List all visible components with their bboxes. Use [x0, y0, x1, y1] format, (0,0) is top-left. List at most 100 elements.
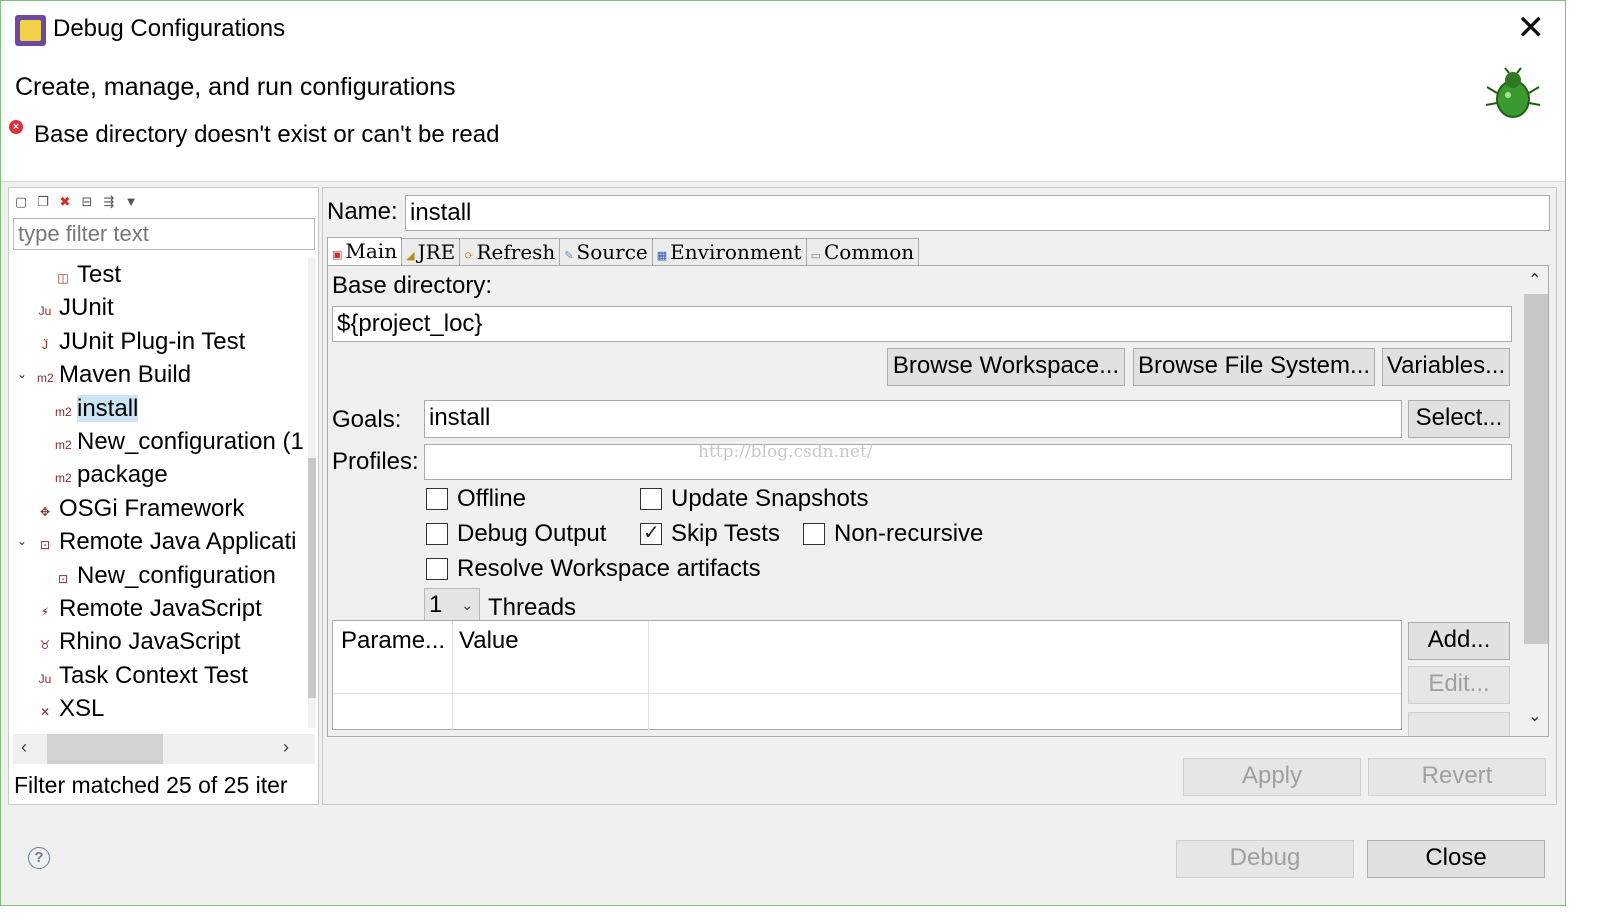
tree-item-label: New_configuration (1: [77, 428, 304, 455]
base-directory-label: Base directory:: [332, 272, 493, 299]
param-name-header[interactable]: Parame...: [341, 627, 445, 655]
bug-icon: [1485, 67, 1541, 118]
threads-select[interactable]: 1 ⌄: [424, 588, 480, 622]
resolve-workspace-label: Resolve Workspace artifacts: [457, 555, 761, 582]
profiles-input[interactable]: [424, 444, 1512, 480]
tree-item-label: install: [77, 394, 139, 422]
tree-item[interactable]: m2 package: [55, 458, 168, 490]
tree-item[interactable]: ⌄ m2 Maven Build: [17, 358, 192, 390]
collapse-all-icon[interactable]: ⊟: [79, 194, 95, 210]
tree-item[interactable]: ✥ OSGi Framework: [37, 492, 244, 524]
offline-label: Offline: [457, 485, 526, 512]
base-directory-input[interactable]: ${project_loc}: [332, 306, 1512, 342]
tree-item[interactable]: m2 install: [55, 392, 139, 424]
main-tab-scrollbar[interactable]: ⌃ ⌄: [1520, 266, 1548, 736]
tab-jre[interactable]: ◢ JRE: [401, 238, 461, 265]
tree-item[interactable]: ◫ Test: [55, 258, 121, 290]
eclipse-app-icon: [15, 15, 46, 46]
dialog-header: Create, manage, and run configurations ×…: [1, 59, 1565, 182]
duplicate-config-icon[interactable]: ❐: [35, 194, 51, 210]
scroll-down-icon[interactable]: ⌄: [1528, 706, 1541, 726]
scroll-up-icon[interactable]: ⌃: [1528, 270, 1541, 290]
remote-java-icon: ⊡: [57, 571, 69, 586]
tree-item[interactable]: Ju JUnit: [37, 291, 114, 323]
scroll-left-icon[interactable]: ‹: [21, 737, 27, 758]
offline-checkbox[interactable]: [426, 488, 448, 510]
remove-parameter-button[interactable]: [1408, 712, 1510, 736]
update-snapshots-checkbox[interactable]: [640, 488, 662, 510]
main-tab-content: Base directory: ${project_loc} Browse Wo…: [327, 265, 1549, 737]
maven-icon: m2: [55, 404, 72, 419]
browse-workspace-button[interactable]: Browse Workspace...: [887, 348, 1125, 386]
osgi-icon: ✥: [39, 504, 51, 519]
scroll-right-icon[interactable]: ›: [283, 737, 289, 758]
tree-item[interactable]: ⊡ New_configuration: [55, 559, 276, 591]
tree-item-label: Task Context Test: [59, 661, 248, 689]
tree-item[interactable]: Ju Task Context Test: [37, 659, 248, 691]
non-recursive-label: Non-recursive: [834, 520, 984, 547]
tree-vertical-scrollbar[interactable]: [308, 258, 316, 728]
tree-item-label: Remote JavaScript: [59, 595, 262, 622]
filter-input[interactable]: type filter text: [13, 218, 315, 250]
expand-chevron-icon[interactable]: ⌄: [17, 525, 27, 557]
browse-file-system-button[interactable]: Browse File System...: [1133, 348, 1375, 386]
maven-icon: m2: [37, 371, 54, 386]
chevron-down-icon: ⌄: [461, 597, 473, 613]
title-bar: Debug Configurations ✕: [1, 1, 1565, 59]
non-recursive-checkbox[interactable]: [803, 523, 825, 545]
tree-item-label: Rhino JavaScript: [59, 628, 241, 656]
tree-item[interactable]: ⚡ Remote JavaScript: [37, 592, 262, 624]
skip-tests-checkbox[interactable]: [640, 520, 662, 545]
new-config-icon[interactable]: ▢: [13, 194, 29, 210]
error-message: Base directory doesn't exist or can't be…: [34, 121, 500, 148]
add-parameter-button[interactable]: Add...: [1408, 622, 1510, 660]
edit-parameter-button[interactable]: Edit...: [1408, 666, 1510, 704]
goals-label: Goals:: [332, 406, 402, 433]
delete-config-icon[interactable]: ✖: [57, 194, 73, 210]
param-value-header[interactable]: Value: [459, 627, 519, 655]
select-goals-button[interactable]: Select...: [1408, 400, 1510, 438]
config-editor-panel: Name: install ▣ Main ◢ JRE ⟳ Refresh ✎ Sourc…: [322, 187, 1557, 805]
debug-output-checkbox[interactable]: [426, 523, 448, 545]
xsl-icon: ✕: [39, 705, 51, 720]
maven-icon: m2: [55, 438, 72, 452]
debug-button[interactable]: Debug: [1176, 840, 1354, 878]
window-title: Debug Configurations: [53, 15, 286, 42]
debug-output-label: Debug Output: [457, 520, 607, 547]
help-icon[interactable]: ?: [28, 847, 50, 869]
maven-icon: m2: [55, 471, 72, 486]
name-label: Name:: [327, 198, 398, 225]
close-window-icon[interactable]: ✕: [1517, 11, 1546, 45]
variables-button[interactable]: Variables...: [1382, 348, 1510, 386]
revert-button[interactable]: Revert: [1368, 758, 1546, 796]
apply-button[interactable]: Apply: [1183, 758, 1361, 796]
tree-item[interactable]: ♉ Rhino JavaScript: [37, 625, 241, 657]
remote-java-icon: ⊡: [39, 538, 51, 553]
watermark: http://blog.csdn.net/: [698, 442, 873, 462]
name-input[interactable]: install: [405, 195, 1550, 231]
config-tree: ◫ Test Ju JUnit J̈ JUnit Plug-in Test ⌄ m2 Maven…: [9, 258, 309, 728]
tree-item[interactable]: J̈ JUnit Plug-in Test: [37, 325, 245, 357]
tab-environment[interactable]: ▦ Environment: [651, 238, 807, 265]
parameters-table[interactable]: Parame... Value: [332, 620, 1402, 731]
threads-label: Threads: [488, 594, 577, 621]
tree-item-label: Maven Build: [59, 361, 192, 389]
tab-main[interactable]: ▣ Main: [327, 237, 403, 266]
goals-input[interactable]: install: [424, 400, 1402, 438]
close-button[interactable]: Close: [1367, 840, 1545, 878]
tab-refresh[interactable]: ⟳ Refresh: [459, 238, 561, 265]
tree-horizontal-scrollbar[interactable]: ‹ ›: [13, 734, 315, 764]
update-snapshots-label: Update Snapshots: [671, 485, 869, 512]
tree-item-label: OSGi Framework: [59, 494, 245, 522]
expand-chevron-icon[interactable]: ⌄: [17, 358, 27, 390]
tree-item[interactable]: ✕ XSL: [37, 692, 104, 724]
tree-item[interactable]: m2 New_configuration (1: [55, 425, 304, 457]
tab-common[interactable]: ▭ Common: [805, 238, 920, 265]
resolve-workspace-checkbox[interactable]: [426, 558, 448, 580]
filter-config-icon[interactable]: ⇶: [101, 194, 117, 210]
view-menu-icon[interactable]: ▼: [123, 194, 139, 210]
tab-source[interactable]: ✎ Source: [559, 238, 653, 265]
tree-item-label: New_configuration: [77, 561, 276, 589]
junit-icon: Ju: [38, 304, 52, 319]
tree-item[interactable]: ⌄ ⊡ Remote Java Applicati: [17, 525, 296, 557]
